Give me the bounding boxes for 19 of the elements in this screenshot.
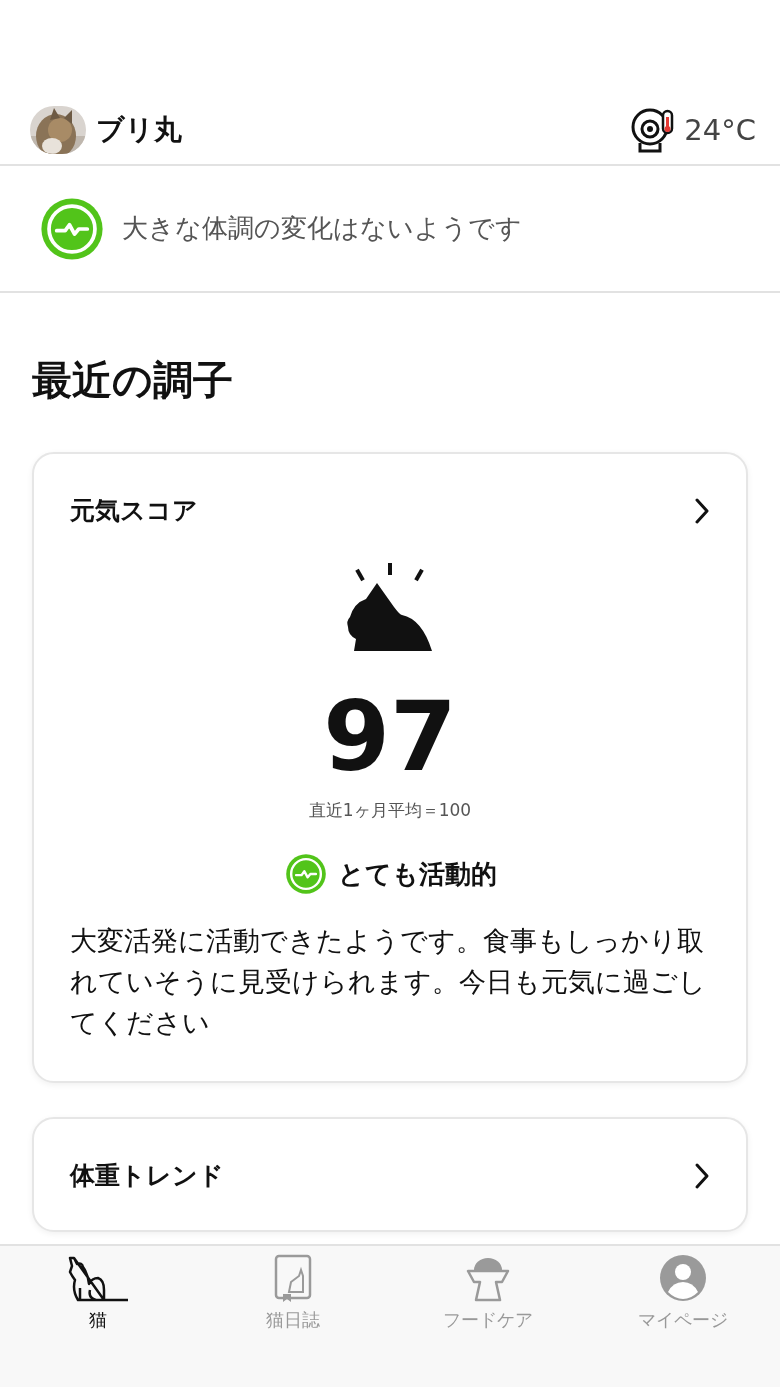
card-title: 体重トレンド	[70, 1160, 224, 1192]
chevron-right-icon[interactable]	[694, 1161, 710, 1190]
status-message: 大きな体調の変化はないようです	[122, 212, 522, 245]
section-title: 最近の調子	[32, 356, 234, 405]
book-icon	[272, 1254, 313, 1302]
chevron-right-icon[interactable]	[694, 496, 710, 525]
score-description: 大変活発に活動できたようです。食事もしっかり取れていそうに見受けられます。今日も元気に過ごしてください	[70, 924, 707, 1040]
average-score: 直近1ヶ月平均＝100	[308, 799, 472, 822]
score-value: 97	[323, 689, 457, 785]
user-avatar-icon	[658, 1254, 707, 1302]
activity-pulse-icon	[283, 852, 328, 896]
tab[interactable]: フードケア	[390, 1250, 585, 1336]
temperature: 24°C	[684, 113, 756, 147]
card-title: 元気スコア	[70, 495, 198, 527]
tab[interactable]: 猫日誌	[195, 1250, 390, 1336]
cat-name: ブリ丸	[96, 112, 182, 148]
activity-rating: とても活動的	[337, 857, 497, 891]
tab[interactable]: マイページ	[585, 1250, 780, 1336]
tab[interactable]: 猫	[0, 1250, 195, 1336]
